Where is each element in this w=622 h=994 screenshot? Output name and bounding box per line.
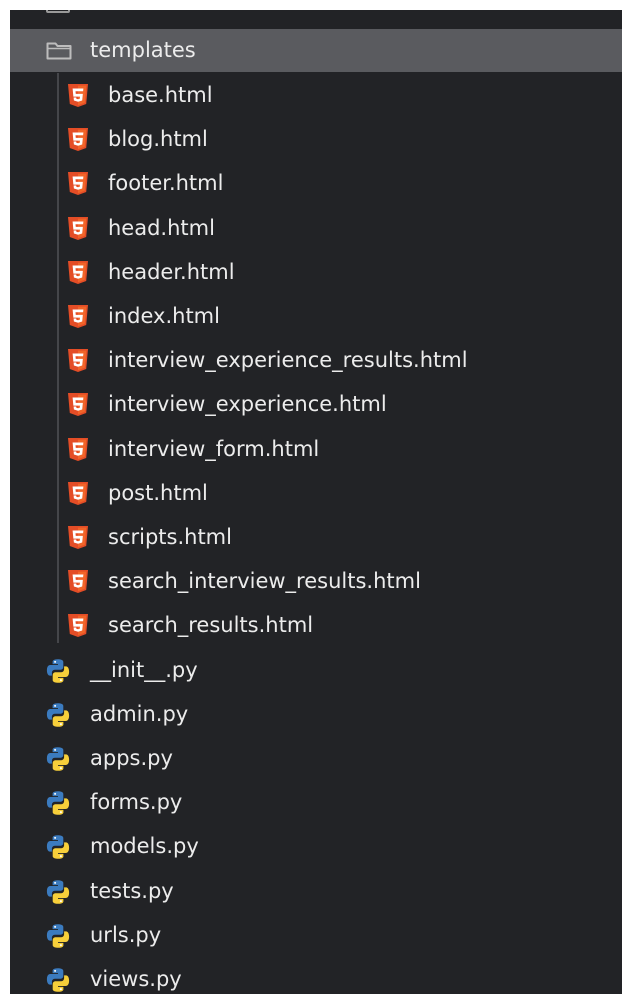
file-label: index.html — [108, 304, 220, 328]
python-icon — [46, 791, 70, 815]
file-row--init-py[interactable]: __init__.py — [10, 649, 622, 692]
file-label: interview_experience.html — [108, 392, 387, 416]
html5-icon — [68, 438, 88, 461]
file-label: tests.py — [90, 879, 174, 903]
python-icon — [46, 924, 70, 948]
file-label: search_results.html — [108, 613, 314, 637]
file-label: urls.py — [90, 923, 162, 947]
file-label: admin.py — [90, 702, 189, 726]
file-row-index-html[interactable]: index.html — [10, 295, 622, 338]
file-label: base.html — [108, 83, 213, 107]
file-row-forms-py[interactable]: forms.py — [10, 781, 622, 824]
folder-label: templates — [90, 38, 196, 62]
file-row-tests-py[interactable]: tests.py — [10, 870, 622, 913]
file-row-models-py[interactable]: models.py — [10, 825, 622, 868]
file-row-interview-experience-html[interactable]: interview_experience.html — [10, 383, 622, 426]
file-row-views-py[interactable]: views.py — [10, 958, 622, 994]
html5-icon — [68, 349, 88, 372]
file-label: scripts.html — [108, 525, 232, 549]
html5-icon — [68, 128, 88, 151]
file-label: blog.html — [108, 127, 208, 151]
file-row-apps-py[interactable]: apps.py — [10, 737, 622, 780]
file-label: views.py — [90, 967, 182, 991]
html5-icon — [68, 217, 88, 240]
html5-icon — [68, 305, 88, 328]
python-icon — [46, 968, 70, 992]
python-icon — [46, 659, 70, 683]
file-label: post.html — [108, 481, 208, 505]
file-row-post-html[interactable]: post.html — [10, 472, 622, 515]
python-icon — [46, 880, 70, 904]
folder-open-icon — [46, 42, 72, 60]
file-label: apps.py — [90, 746, 173, 770]
python-icon — [46, 835, 70, 859]
file-label: models.py — [90, 834, 199, 858]
html5-icon — [68, 84, 88, 107]
file-row-blog-html[interactable]: blog.html — [10, 118, 622, 161]
file-row-base-html[interactable]: base.html — [10, 74, 622, 117]
file-label: interview_experience_results.html — [108, 348, 468, 372]
file-label: forms.py — [90, 790, 183, 814]
html5-icon — [68, 526, 88, 549]
python-icon — [46, 747, 70, 771]
html5-icon — [68, 393, 88, 416]
file-explorer-panel: templates base.html blog.html footer.htm… — [10, 10, 622, 994]
file-row-scripts-html[interactable]: scripts.html — [10, 516, 622, 559]
html5-icon — [68, 482, 88, 505]
file-label: head.html — [108, 216, 215, 240]
file-row-footer-html[interactable]: footer.html — [10, 162, 622, 205]
folder-row-templates[interactable]: templates — [10, 29, 622, 72]
html5-icon — [68, 261, 88, 284]
html5-icon — [68, 570, 88, 593]
file-label: __init__.py — [90, 658, 198, 682]
html5-icon — [68, 614, 88, 637]
file-row-search-results-html[interactable]: search_results.html — [10, 604, 622, 647]
file-label: interview_form.html — [108, 437, 320, 461]
clipped-folder-row[interactable] — [10, 10, 622, 16]
file-row-header-html[interactable]: header.html — [10, 251, 622, 294]
file-label: header.html — [108, 260, 235, 284]
file-label: search_interview_results.html — [108, 569, 421, 593]
file-row-admin-py[interactable]: admin.py — [10, 693, 622, 736]
file-row-interview-form-html[interactable]: interview_form.html — [10, 428, 622, 471]
file-row-head-html[interactable]: head.html — [10, 207, 622, 250]
file-row-interview-experience-results-html[interactable]: interview_experience_results.html — [10, 339, 622, 382]
file-label: footer.html — [108, 171, 224, 195]
file-row-urls-py[interactable]: urls.py — [10, 914, 622, 957]
file-row-search-interview-results-html[interactable]: search_interview_results.html — [10, 560, 622, 603]
html5-icon — [68, 172, 88, 195]
folder-icon — [46, 10, 70, 13]
python-icon — [46, 703, 70, 727]
